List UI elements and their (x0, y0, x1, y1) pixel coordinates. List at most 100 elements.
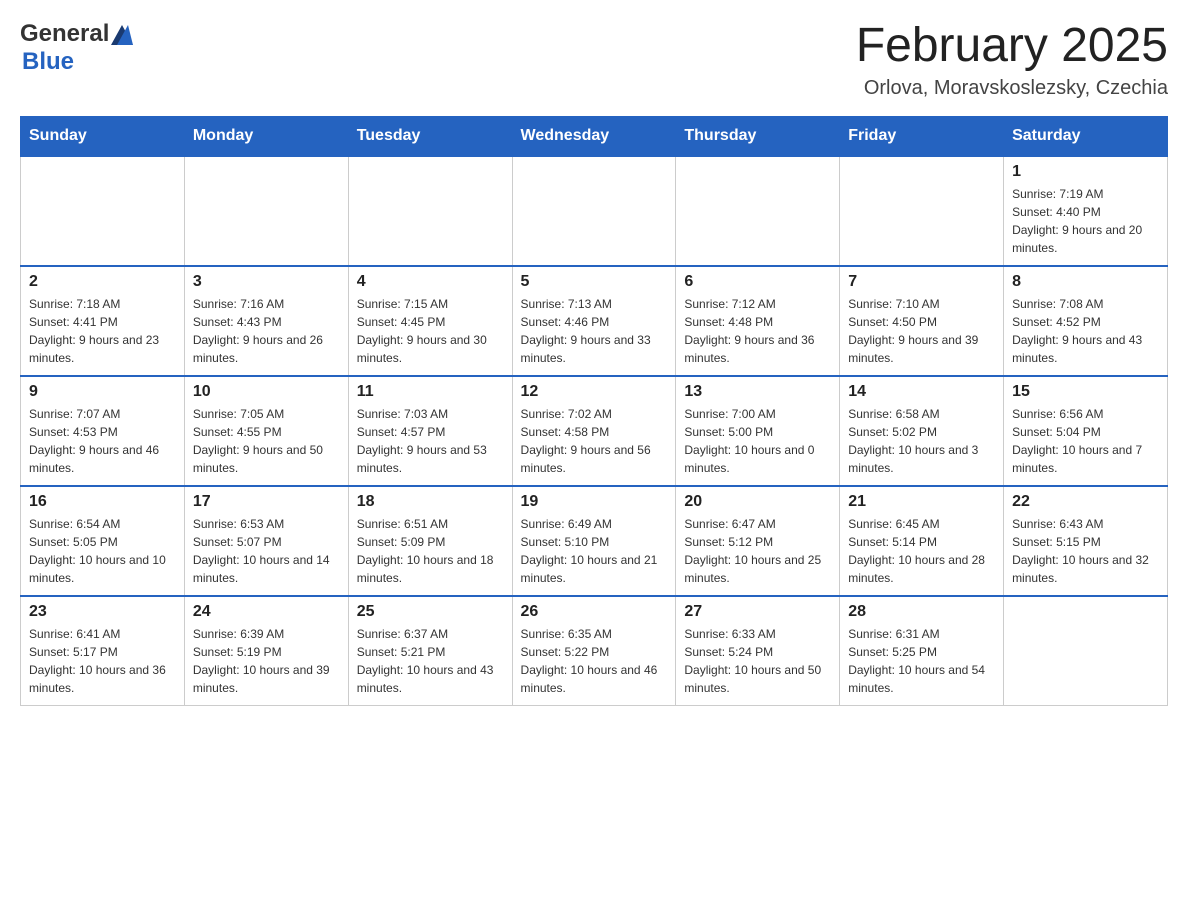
header-sunday: Sunday (21, 116, 185, 156)
day-info: Sunrise: 7:18 AMSunset: 4:41 PMDaylight:… (29, 295, 176, 367)
location: Orlova, Moravskoslezsky, Czechia (856, 77, 1168, 100)
calendar-cell: 17 Sunrise: 6:53 AMSunset: 5:07 PMDayligh… (184, 486, 348, 596)
day-number: 2 (29, 273, 176, 291)
calendar-cell: 20 Sunrise: 6:47 AMSunset: 5:12 PMDayligh… (676, 486, 840, 596)
day-number: 5 (521, 273, 668, 291)
logo-triangle-icon (111, 23, 133, 45)
day-number: 28 (848, 603, 995, 621)
calendar-cell: 19 Sunrise: 6:49 AMSunset: 5:10 PMDayligh… (512, 486, 676, 596)
day-info: Sunrise: 6:53 AMSunset: 5:07 PMDaylight:… (193, 515, 340, 587)
calendar-cell: 2 Sunrise: 7:18 AMSunset: 4:41 PMDaylight… (21, 266, 185, 376)
calendar-cell: 18Sunrise: 6:51 AMSunset: 5:09 PMDayligh… (348, 486, 512, 596)
day-info: Sunrise: 7:02 AMSunset: 4:58 PMDaylight:… (521, 405, 668, 477)
calendar-cell: 5 Sunrise: 7:13 AMSunset: 4:46 PMDaylight… (512, 266, 676, 376)
day-number: 22 (1012, 493, 1159, 511)
calendar-cell (512, 156, 676, 266)
calendar-cell (184, 156, 348, 266)
calendar-cell: 1 Sunrise: 7:19 AMSunset: 4:40 PMDaylight… (1004, 156, 1168, 266)
calendar-cell: 4 Sunrise: 7:15 AMSunset: 4:45 PMDaylight… (348, 266, 512, 376)
day-number: 26 (521, 603, 668, 621)
calendar-cell: 26Sunrise: 6:35 AMSunset: 5:22 PMDayligh… (512, 596, 676, 706)
logo-blue-text: Blue (22, 48, 74, 75)
calendar-cell: 7 Sunrise: 7:10 AMSunset: 4:50 PMDaylight… (840, 266, 1004, 376)
calendar-cell: 11 Sunrise: 7:03 AMSunset: 4:57 PMDayligh… (348, 376, 512, 486)
day-info: Sunrise: 7:19 AMSunset: 4:40 PMDaylight:… (1012, 185, 1159, 257)
calendar-cell: 14 Sunrise: 6:58 AMSunset: 5:02 PMDayligh… (840, 376, 1004, 486)
day-info: Sunrise: 7:12 AMSunset: 4:48 PMDaylight:… (684, 295, 831, 367)
header-wednesday: Wednesday (512, 116, 676, 156)
day-number: 7 (848, 273, 995, 291)
day-number: 4 (357, 273, 504, 291)
week-row-2: 2 Sunrise: 7:18 AMSunset: 4:41 PMDaylight… (21, 266, 1168, 376)
calendar-cell (840, 156, 1004, 266)
calendar-table: SundayMondayTuesdayWednesdayThursdayFrid… (20, 116, 1168, 707)
day-number: 27 (684, 603, 831, 621)
day-number: 20 (684, 493, 831, 511)
day-number: 19 (521, 493, 668, 511)
day-info: Sunrise: 6:54 AMSunset: 5:05 PMDaylight:… (29, 515, 176, 587)
day-info: Sunrise: 6:45 AMSunset: 5:14 PMDaylight:… (848, 515, 995, 587)
day-info: Sunrise: 7:03 AMSunset: 4:57 PMDaylight:… (357, 405, 504, 477)
day-info: Sunrise: 6:47 AMSunset: 5:12 PMDaylight:… (684, 515, 831, 587)
day-number: 3 (193, 273, 340, 291)
day-number: 17 (193, 493, 340, 511)
day-info: Sunrise: 7:00 AMSunset: 5:00 PMDaylight:… (684, 405, 831, 477)
calendar-cell: 10 Sunrise: 7:05 AMSunset: 4:55 PMDayligh… (184, 376, 348, 486)
calendar-cell (21, 156, 185, 266)
month-title: February 2025 (856, 20, 1168, 73)
day-info: Sunrise: 7:13 AMSunset: 4:46 PMDaylight:… (521, 295, 668, 367)
calendar-cell: 21Sunrise: 6:45 AMSunset: 5:14 PMDayligh… (840, 486, 1004, 596)
day-number: 16 (29, 493, 176, 511)
day-info: Sunrise: 7:16 AMSunset: 4:43 PMDaylight:… (193, 295, 340, 367)
calendar-cell: 15 Sunrise: 6:56 AMSunset: 5:04 PMDayligh… (1004, 376, 1168, 486)
header-saturday: Saturday (1004, 116, 1168, 156)
day-info: Sunrise: 6:39 AMSunset: 5:19 PMDaylight:… (193, 625, 340, 697)
week-row-4: 16 Sunrise: 6:54 AMSunset: 5:05 PMDayligh… (21, 486, 1168, 596)
calendar-cell (1004, 596, 1168, 706)
calendar-header-row: SundayMondayTuesdayWednesdayThursdayFrid… (21, 116, 1168, 156)
week-row-3: 9Sunrise: 7:07 AMSunset: 4:53 PMDaylight… (21, 376, 1168, 486)
day-info: Sunrise: 6:31 AMSunset: 5:25 PMDaylight:… (848, 625, 995, 697)
day-number: 12 (521, 383, 668, 401)
calendar-cell (348, 156, 512, 266)
header-monday: Monday (184, 116, 348, 156)
calendar-cell: 13Sunrise: 7:00 AMSunset: 5:00 PMDayligh… (676, 376, 840, 486)
logo: General Blue (20, 20, 135, 76)
day-info: Sunrise: 6:56 AMSunset: 5:04 PMDaylight:… (1012, 405, 1159, 477)
header-friday: Friday (840, 116, 1004, 156)
day-info: Sunrise: 6:49 AMSunset: 5:10 PMDaylight:… (521, 515, 668, 587)
day-number: 10 (193, 383, 340, 401)
calendar-cell: 3 Sunrise: 7:16 AMSunset: 4:43 PMDaylight… (184, 266, 348, 376)
day-number: 11 (357, 383, 504, 401)
calendar-cell: 23 Sunrise: 6:41 AMSunset: 5:17 PMDayligh… (21, 596, 185, 706)
day-info: Sunrise: 6:58 AMSunset: 5:02 PMDaylight:… (848, 405, 995, 477)
day-number: 24 (193, 603, 340, 621)
day-info: Sunrise: 6:41 AMSunset: 5:17 PMDaylight:… (29, 625, 176, 697)
calendar-cell (676, 156, 840, 266)
header-thursday: Thursday (676, 116, 840, 156)
week-row-5: 23 Sunrise: 6:41 AMSunset: 5:17 PMDayligh… (21, 596, 1168, 706)
day-number: 9 (29, 383, 176, 401)
calendar-cell: 6Sunrise: 7:12 AMSunset: 4:48 PMDaylight… (676, 266, 840, 376)
day-info: Sunrise: 7:15 AMSunset: 4:45 PMDaylight:… (357, 295, 504, 367)
calendar-cell: 22Sunrise: 6:43 AMSunset: 5:15 PMDayligh… (1004, 486, 1168, 596)
header-tuesday: Tuesday (348, 116, 512, 156)
title-section: February 2025 Orlova, Moravskoslezsky, C… (856, 20, 1168, 100)
day-number: 14 (848, 383, 995, 401)
day-number: 1 (1012, 163, 1159, 181)
calendar-cell: 28 Sunrise: 6:31 AMSunset: 5:25 PMDayligh… (840, 596, 1004, 706)
day-info: Sunrise: 7:05 AMSunset: 4:55 PMDaylight:… (193, 405, 340, 477)
day-number: 8 (1012, 273, 1159, 291)
calendar-cell: 24 Sunrise: 6:39 AMSunset: 5:19 PMDayligh… (184, 596, 348, 706)
calendar-cell: 8 Sunrise: 7:08 AMSunset: 4:52 PMDaylight… (1004, 266, 1168, 376)
calendar-cell: 12 Sunrise: 7:02 AMSunset: 4:58 PMDayligh… (512, 376, 676, 486)
day-number: 23 (29, 603, 176, 621)
calendar-cell: 27 Sunrise: 6:33 AMSunset: 5:24 PMDayligh… (676, 596, 840, 706)
calendar-cell: 25Sunrise: 6:37 AMSunset: 5:21 PMDayligh… (348, 596, 512, 706)
day-info: Sunrise: 6:37 AMSunset: 5:21 PMDaylight:… (357, 625, 504, 697)
calendar-cell: 9Sunrise: 7:07 AMSunset: 4:53 PMDaylight… (21, 376, 185, 486)
day-info: Sunrise: 7:10 AMSunset: 4:50 PMDaylight:… (848, 295, 995, 367)
day-info: Sunrise: 7:08 AMSunset: 4:52 PMDaylight:… (1012, 295, 1159, 367)
day-info: Sunrise: 6:33 AMSunset: 5:24 PMDaylight:… (684, 625, 831, 697)
day-number: 15 (1012, 383, 1159, 401)
